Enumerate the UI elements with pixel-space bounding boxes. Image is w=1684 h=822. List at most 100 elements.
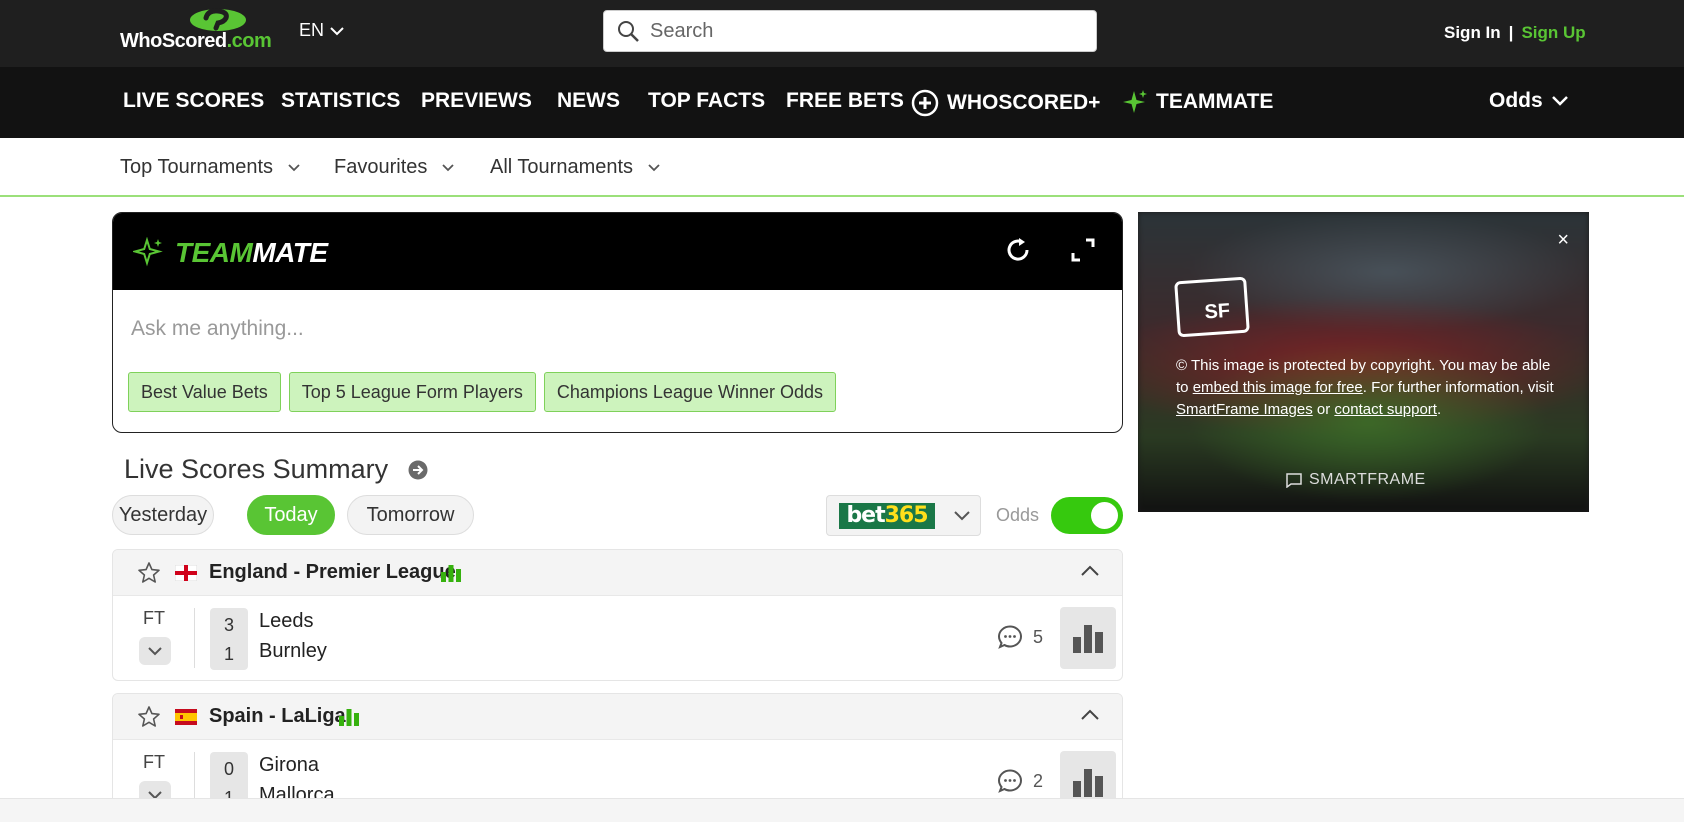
odds-label: Odds bbox=[1489, 89, 1543, 112]
chevron-down-icon bbox=[1551, 96, 1568, 106]
favourites-dropdown[interactable]: Favourites bbox=[334, 156, 455, 179]
chevron-up-icon[interactable] bbox=[1080, 564, 1100, 578]
home-team[interactable]: Leeds bbox=[259, 610, 314, 633]
bookmaker-name-a: bet bbox=[846, 503, 885, 528]
nav-whoscored-plus[interactable]: WHOSCORED+ bbox=[911, 89, 1100, 117]
match-comments[interactable]: 5 bbox=[997, 624, 1043, 650]
language-label: EN bbox=[299, 20, 325, 40]
odds-toggle[interactable] bbox=[1051, 497, 1123, 534]
search-bar[interactable] bbox=[603, 10, 1097, 52]
bookmaker-name-b: 365 bbox=[884, 503, 929, 528]
nav-teammate[interactable]: TEAMMATE bbox=[1120, 89, 1273, 115]
comment-bubble-icon bbox=[997, 769, 1023, 793]
auth-links: Sign In | Sign Up bbox=[1444, 23, 1586, 43]
smartframe-images-link[interactable]: SmartFrame Images bbox=[1176, 401, 1313, 418]
league-header: England - Premier League bbox=[113, 550, 1122, 596]
england-flag-icon bbox=[175, 565, 197, 581]
nav-top-facts[interactable]: TOP FACTS bbox=[648, 89, 765, 113]
league-stats-icon[interactable] bbox=[338, 706, 360, 726]
nav-free-bets[interactable]: FREE BETS bbox=[786, 89, 904, 113]
league-name[interactable]: Spain - LaLiga bbox=[209, 705, 346, 728]
all-tournaments-dropdown[interactable]: All Tournaments bbox=[490, 156, 661, 179]
notice-text: . bbox=[1436, 401, 1442, 418]
nav-label: WHOSCORED+ bbox=[947, 91, 1101, 114]
suggestion-chips: Best Value Bets Top 5 League Form Player… bbox=[128, 372, 837, 412]
sparkle-icon bbox=[1123, 90, 1147, 113]
expand-icon[interactable] bbox=[1068, 235, 1098, 265]
league-block-laliga: Spain - LaLiga FT 0 1 Girona Mallorca 2 bbox=[112, 693, 1123, 813]
logo-scored: Scored bbox=[161, 30, 227, 52]
chevron-down-icon bbox=[648, 164, 660, 172]
nav-label: NEWS bbox=[557, 89, 620, 112]
away-team[interactable]: Burnley bbox=[259, 640, 327, 663]
smartframe-brand: SMARTFRAME bbox=[1285, 471, 1426, 489]
copyright-notice: © This image is protected by copyright. … bbox=[1176, 355, 1556, 421]
home-score: 0 bbox=[223, 759, 234, 779]
chip-top-5-league-form-players[interactable]: Top 5 League Form Players bbox=[288, 372, 536, 412]
odds-toggle-label: Odds bbox=[996, 505, 1040, 525]
chevron-up-icon[interactable] bbox=[1080, 708, 1100, 722]
league-stats-icon[interactable] bbox=[440, 562, 462, 582]
nav-statistics[interactable]: STATISTICS bbox=[281, 89, 400, 113]
teammate-question-input[interactable] bbox=[131, 317, 1091, 341]
frame-icon bbox=[1286, 473, 1302, 488]
odds-dropdown[interactable]: Odds bbox=[1489, 89, 1569, 113]
subnav-label: Favourites bbox=[334, 156, 428, 178]
nav-news[interactable]: NEWS bbox=[557, 89, 620, 113]
bar-chart-icon bbox=[1073, 769, 1103, 797]
toggle-knob bbox=[1091, 502, 1118, 529]
chip-best-value-bets[interactable]: Best Value Bets bbox=[128, 372, 281, 412]
sign-in-link[interactable]: Sign In bbox=[1444, 23, 1501, 43]
notice-text: or bbox=[1312, 401, 1335, 418]
chip-champions-league-winner-odds[interactable]: Champions League Winner Odds bbox=[543, 372, 837, 412]
nav-live-scores[interactable]: LIVE SCORES bbox=[123, 89, 264, 113]
league-name[interactable]: England - Premier League bbox=[209, 561, 456, 584]
match-comments[interactable]: 2 bbox=[997, 768, 1043, 794]
comment-count: 5 bbox=[1033, 626, 1044, 647]
teammate-title-a: TEAM bbox=[175, 237, 253, 268]
notice-text: . For further information, visit bbox=[1362, 379, 1554, 396]
top-tournaments-dropdown[interactable]: Top Tournaments bbox=[120, 156, 301, 179]
bet365-logo: bet 365 bbox=[839, 502, 935, 529]
nav-label: PREVIEWS bbox=[421, 89, 532, 112]
subnav-label: Top Tournaments bbox=[120, 156, 274, 178]
nav-previews[interactable]: PREVIEWS bbox=[421, 89, 532, 113]
top-bar: WhoScored.com EN Sign In | Sign Up bbox=[0, 0, 1684, 67]
language-selector[interactable]: EN bbox=[299, 20, 344, 41]
tournament-subnav: Top Tournaments Favourites All Tournamen… bbox=[0, 138, 1684, 197]
match-stats-button[interactable] bbox=[1060, 607, 1116, 669]
chevron-down-icon bbox=[288, 164, 300, 172]
logo-dotcom: .com bbox=[226, 30, 272, 52]
divider bbox=[194, 608, 195, 668]
nav-label: TOP FACTS bbox=[648, 89, 766, 112]
embed-link[interactable]: embed this image for free bbox=[1193, 379, 1363, 396]
arrow-right-circle-icon[interactable] bbox=[408, 460, 428, 480]
match-status: FT bbox=[143, 608, 165, 628]
main-navigation: LIVE SCORES STATISTICS PREVIEWS NEWS TOP… bbox=[0, 67, 1684, 138]
day-tab-today[interactable]: Today bbox=[247, 495, 335, 535]
day-tab-yesterday[interactable]: Yesterday bbox=[112, 495, 214, 535]
nav-label: TEAMMATE bbox=[1156, 90, 1274, 113]
close-icon[interactable]: × bbox=[1557, 229, 1569, 252]
bookmaker-selector[interactable]: bet 365 bbox=[826, 495, 981, 536]
chevron-down-icon bbox=[954, 510, 970, 520]
match-row[interactable]: FT 3 1 Leeds Burnley 5 bbox=[113, 596, 1122, 680]
refresh-icon[interactable] bbox=[1003, 235, 1033, 265]
nav-label: LIVE SCORES bbox=[123, 89, 265, 112]
whoscored-logo[interactable]: WhoScored.com bbox=[120, 8, 272, 56]
home-team[interactable]: Girona bbox=[259, 754, 319, 777]
contact-support-link[interactable]: contact support bbox=[1334, 401, 1437, 418]
star-icon[interactable] bbox=[137, 705, 161, 729]
day-tab-tomorrow[interactable]: Tomorrow bbox=[347, 495, 474, 535]
teammate-title-b: MATE bbox=[252, 237, 328, 268]
scorebox: 3 1 bbox=[210, 608, 248, 670]
match-expand-button[interactable] bbox=[139, 637, 171, 665]
league-block-premier-league: England - Premier League FT 3 1 Leeds Bu… bbox=[112, 549, 1123, 681]
match-status: FT bbox=[143, 752, 165, 772]
home-score: 3 bbox=[223, 615, 234, 635]
star-icon[interactable] bbox=[137, 561, 161, 585]
comment-bubble-icon bbox=[997, 625, 1023, 649]
bar-chart-icon bbox=[1073, 625, 1103, 653]
sign-up-link[interactable]: Sign Up bbox=[1521, 23, 1585, 43]
search-input[interactable] bbox=[650, 19, 1080, 43]
